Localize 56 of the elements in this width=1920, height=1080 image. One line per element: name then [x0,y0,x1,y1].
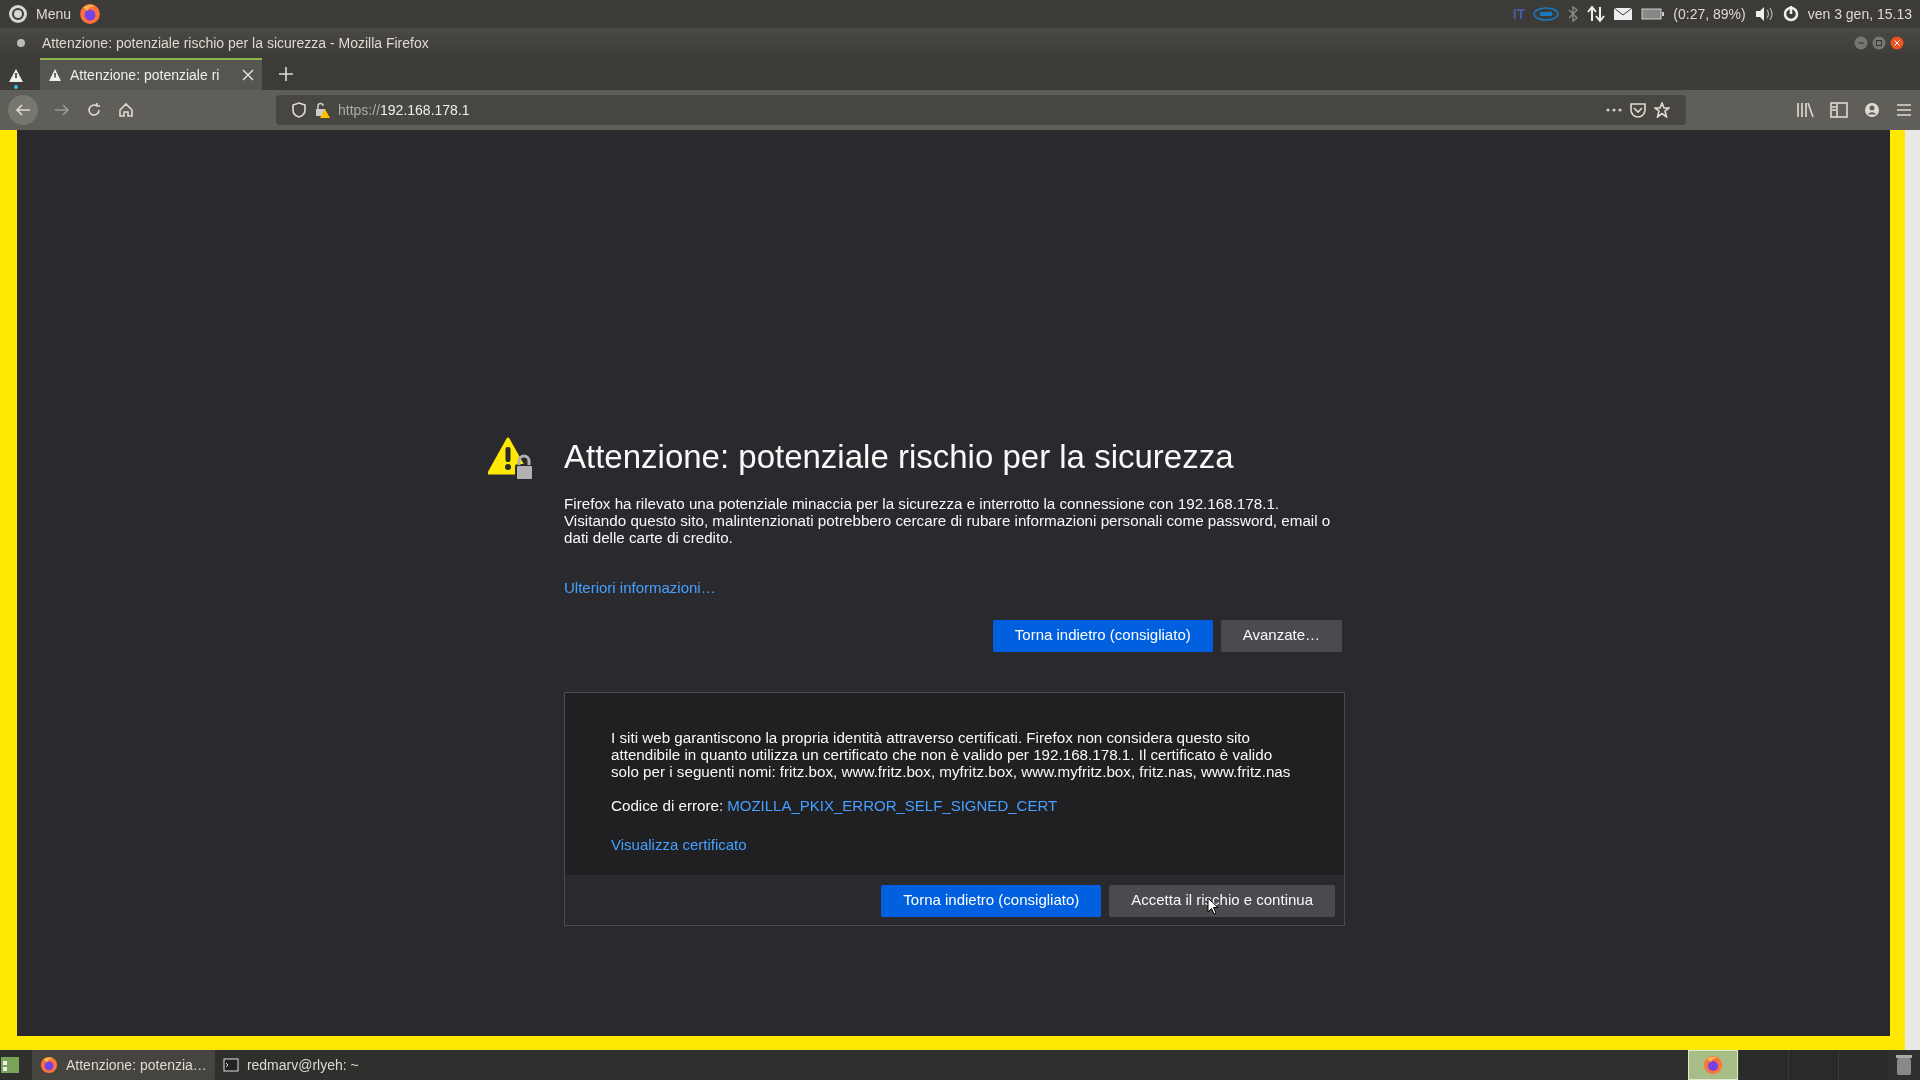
account-icon[interactable] [1864,102,1880,118]
certificate-explanation: I siti web garantiscono la propria identità attraverso certificati. Firefox non considera questo sito attendibile in quanto utilizza un certificato che non è valido per 192.168.178.1. Il certificato è valido solo per i seguenti nomi: fritz.box, www.fritz.box, myfritz.box, www.myfritz.box, fritz.nas, www.fritz.nas [611,728,1292,780]
window-title: Attenzione: potenziale rischio per la sicurezza - Mozilla Firefox [42,33,429,53]
speaker-icon[interactable] [1753,6,1774,22]
home-button[interactable] [118,102,134,118]
firefox-logo-icon[interactable] [79,3,102,25]
go-back-button[interactable]: Torna indietro (consigliato) [992,619,1213,652]
reload-button[interactable] [86,102,102,118]
error-code-label: Codice di errore: [611,796,724,814]
go-back-button[interactable]: Torna indietro (consigliato) [881,884,1102,917]
ubuntu-logo-icon[interactable] [8,4,28,24]
battery-reading: (0:27, 89%) [1673,4,1746,24]
warning-lock-icon [488,437,534,481]
firefox-logo-icon [40,1056,58,1074]
window-dot-icon [16,38,26,48]
lock-warning-icon[interactable] [314,102,330,118]
library-icon[interactable] [1796,102,1814,118]
warning-indicator-icon[interactable] [8,68,24,90]
error-code-link[interactable]: MOZILLA_PKIX_ERROR_SELF_SIGNED_CERT [727,796,1058,814]
star-icon[interactable] [1654,102,1670,118]
battery-icon[interactable] [1641,8,1666,20]
back-arrow-icon [15,102,31,118]
close-button[interactable] [1890,36,1904,50]
browser-tab[interactable]: Attenzione: potenziale ri [40,58,262,90]
clock[interactable]: ven 3 gen, 15.13 [1807,3,1912,25]
error-title: Attenzione: potenziale rischio per la sicurezza [564,437,1235,477]
scrollbar[interactable] [1905,130,1920,1050]
firefox-logo-icon [1703,1055,1723,1075]
url-text[interactable]: https://192.168.178.1 [338,99,470,121]
warning-icon [48,68,62,82]
back-button[interactable] [8,95,38,125]
pocket-icon[interactable] [1630,102,1646,118]
workspace-thumbnail[interactable] [1738,1050,1788,1080]
workspace-thumbnail[interactable] [1838,1050,1888,1080]
network-arrows-icon[interactable] [1587,5,1606,23]
sidebar-icon[interactable] [1830,102,1848,118]
view-certificate-link[interactable]: Visualizza certificato [611,835,747,853]
terminal-icon [222,1058,239,1072]
more-dots-icon[interactable] [1606,108,1622,112]
secondary-button[interactable]: Avanzate… [1220,619,1342,652]
menu-icon[interactable] [1896,103,1912,117]
plus-icon[interactable] [278,66,294,82]
chip-logo-icon[interactable] [1533,7,1560,21]
show-desktop-icon[interactable] [0,1055,20,1075]
workspace-thumbnail[interactable] [1788,1050,1838,1080]
taskbar-window-button[interactable]: redmarv@rlyeh: ~ [214,1050,367,1080]
bluetooth-icon[interactable] [1567,5,1580,23]
power-gear-icon[interactable] [1781,5,1800,23]
close-icon[interactable] [242,69,254,81]
shield-icon[interactable] [292,102,306,118]
envelope-icon[interactable] [1613,7,1634,21]
learn-more-link[interactable]: Ulteriori informazioni… [564,576,716,600]
trash-icon[interactable] [1895,1054,1913,1076]
menu-label[interactable]: Menu [36,3,72,25]
error-description: Firefox ha rilevato una potenziale minaccia per la sicurezza e interrotto la connessione con 192.168.178.1. Visitando questo sito, malintenzionati potrebbero cercare di rubare informazioni personali come password, email o dati delle carte di credito. [564,494,1332,546]
taskbar-window-button[interactable]: Attenzione: potenzia… [32,1050,215,1080]
